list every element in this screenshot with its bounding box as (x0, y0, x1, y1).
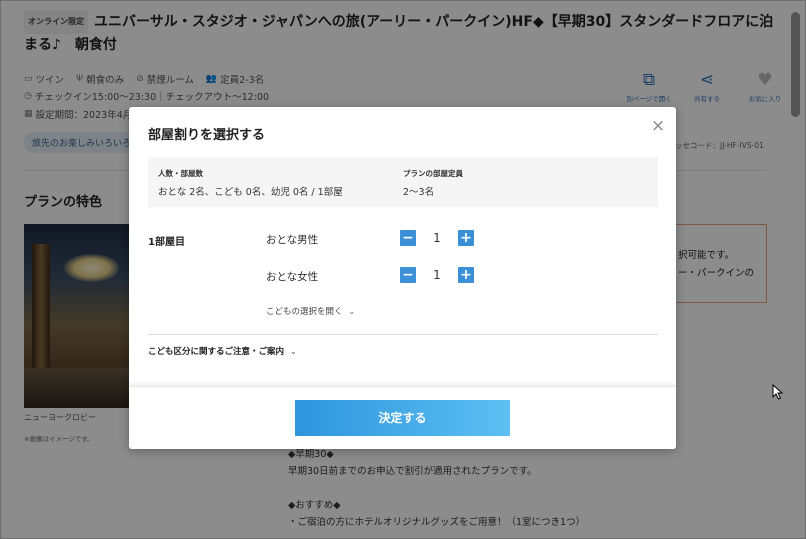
chevron-down-icon: ⌄ (348, 307, 356, 316)
room-capacity-label: プランの部屋定員 (403, 169, 463, 178)
room-assignment-modal: 部屋割りを選択する × 人数・部屋数 おとな 2名、こども 0名、幼児 0名 /… (129, 107, 676, 449)
people-rooms-label: 人数・部屋数 (158, 169, 203, 178)
modal-title: 部屋割りを選択する (148, 128, 266, 143)
adult-female-count: 1 (433, 268, 441, 282)
modal-footer: 決定する (129, 386, 676, 449)
room-1-label: 1部屋目 (148, 237, 185, 248)
people-rooms-value: おとな 2名、こども 0名、幼児 0名 / 1部屋 (158, 187, 343, 198)
adult-female-label: おとな女性 (266, 271, 319, 283)
adult-male-count: 1 (433, 231, 441, 245)
increment-button[interactable]: + (458, 267, 474, 283)
child-category-notice-toggle[interactable]: こども区分に関するご注意・ご案内 ⌄ (148, 345, 297, 357)
confirm-button[interactable]: 決定する (295, 400, 510, 436)
adult-female-stepper: − 1 + (400, 267, 474, 283)
adult-male-stepper: − 1 + (400, 230, 474, 246)
increment-button[interactable]: + (458, 230, 474, 246)
decrement-button[interactable]: − (400, 267, 416, 283)
close-icon[interactable]: × (648, 116, 668, 136)
chevron-down-icon: ⌄ (290, 347, 297, 356)
booking-summary: 人数・部屋数 おとな 2名、こども 0名、幼児 0名 / 1部屋 プランの部屋定… (148, 157, 658, 207)
room-capacity-value: 2〜3名 (403, 187, 435, 198)
divider (148, 334, 658, 335)
mouse-cursor-icon (772, 384, 784, 400)
decrement-button[interactable]: − (400, 230, 416, 246)
adult-male-label: おとな男性 (266, 234, 319, 246)
open-child-selection-toggle[interactable]: こどもの選択を開く ⌄ (266, 305, 355, 317)
